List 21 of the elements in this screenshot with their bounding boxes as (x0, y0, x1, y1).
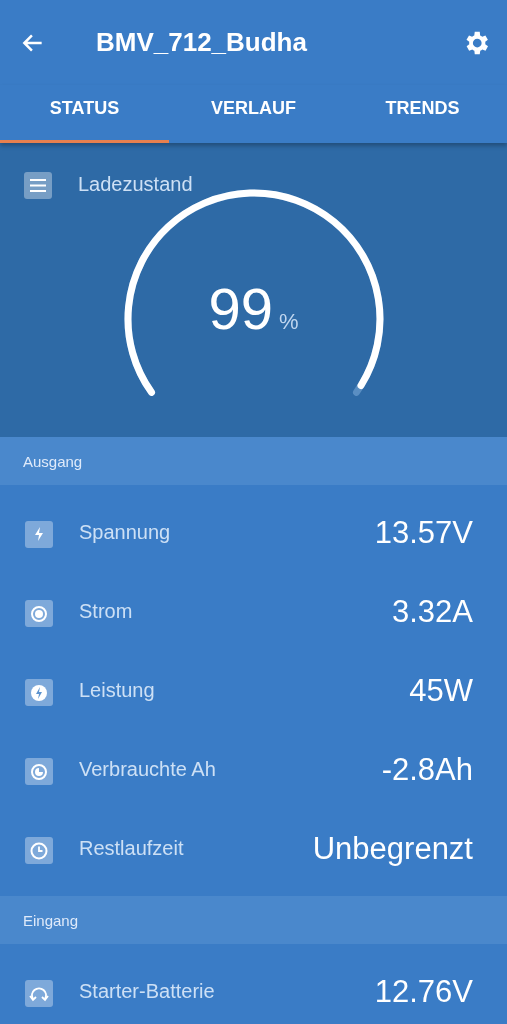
reading-label: Verbrauchte Ah (79, 758, 217, 781)
charge-unit: % (278, 309, 299, 335)
section-title: Eingang (23, 911, 79, 929)
reading-label: Strom (79, 600, 134, 623)
gauge-title: Ladezustand (78, 172, 193, 196)
tab[interactable]: VERLAUF (169, 85, 338, 143)
reading-label: Restlaufzeit (79, 837, 185, 860)
charge-value: 99 (208, 275, 273, 342)
reading-label: Leistung (79, 679, 156, 702)
reading-value: 13.57V (374, 514, 473, 551)
reading-value: Unbegrenzt (312, 830, 473, 867)
reading-value: 45W (409, 672, 473, 709)
reading-value: 12.76V (374, 973, 473, 1010)
list-icon (24, 169, 52, 199)
device-title: BMV_712_Budha (96, 27, 308, 58)
section-title: Ausgang (23, 452, 83, 470)
tab[interactable]: TRENDS (338, 85, 507, 143)
reading-label: Spannung (79, 521, 172, 544)
reading-value: -2.8Ah (381, 751, 473, 788)
reading-value: 3.32A (392, 593, 473, 630)
reading-label: Starter-Batterie (79, 980, 216, 1003)
